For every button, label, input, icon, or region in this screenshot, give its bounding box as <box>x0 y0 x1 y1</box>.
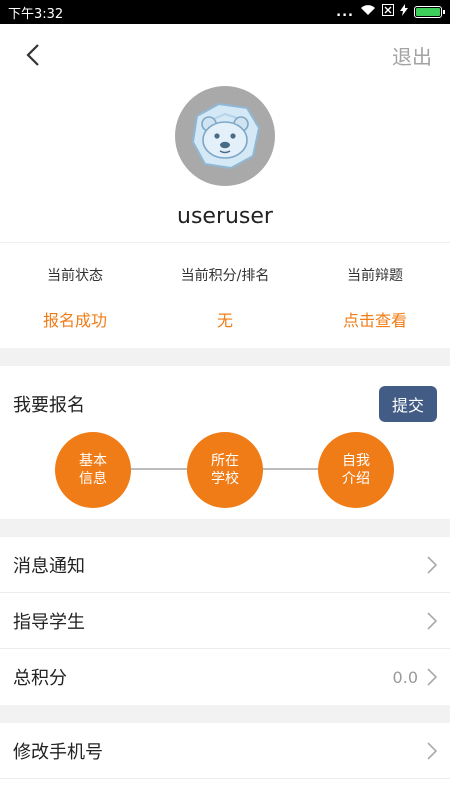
signup-header: 我要报名 提交 <box>13 366 437 436</box>
signup-steps: 基本 信息 所在 学校 自我 介绍 <box>0 432 450 510</box>
step-connector <box>130 468 190 470</box>
wifi-icon <box>360 4 376 20</box>
logout-button[interactable]: 退出 <box>392 41 432 70</box>
menu-label: 修改手机号 <box>13 741 103 763</box>
chevron-left-icon <box>26 44 39 66</box>
chevron-right-icon <box>426 667 438 687</box>
step-self-intro[interactable]: 自我 介绍 <box>318 432 394 508</box>
section-divider <box>0 519 450 537</box>
step-text: 所在 <box>211 453 239 469</box>
step-school[interactable]: 所在 学校 <box>187 432 263 508</box>
status-time: 下午3:32 <box>8 6 64 22</box>
stat-label: 当前状态 <box>47 268 103 284</box>
total-score-value: 0.0 <box>392 667 418 687</box>
profile-section: useruser <box>0 86 450 242</box>
section-divider <box>0 705 450 723</box>
stats-row: 当前状态 报名成功 当前积分/排名 无 当前辩题 点击查看 <box>0 242 450 348</box>
menu-label: 指导学生 <box>13 611 85 633</box>
avatar[interactable] <box>175 86 275 186</box>
menu-item-guide-students[interactable]: 指导学生 <box>0 593 450 649</box>
chevron-right-icon <box>426 611 438 631</box>
step-text: 介绍 <box>342 471 370 487</box>
section-divider <box>0 348 450 366</box>
charging-icon <box>400 4 408 20</box>
battery-level <box>416 8 440 16</box>
stat-label: 当前辩题 <box>347 268 403 284</box>
back-button[interactable] <box>18 40 48 70</box>
step-text: 自我 <box>342 453 370 469</box>
menu-item-change-phone[interactable]: 修改手机号 <box>0 723 450 779</box>
signup-section: 我要报名 提交 基本 信息 所在 学校 自我 介绍 <box>0 366 450 519</box>
stat-label: 当前积分/排名 <box>180 268 270 284</box>
menu-group-1: 消息通知 指导学生 总积分 0.0 <box>0 537 450 705</box>
stat-score-rank: 当前积分/排名 无 <box>150 243 300 348</box>
polar-bear-avatar-icon <box>191 102 261 170</box>
menu-right: 0.0 <box>393 667 438 687</box>
signup-title: 我要报名 <box>13 395 85 416</box>
step-text: 基本 <box>79 453 107 469</box>
step-connector <box>262 468 322 470</box>
menu-item-notifications[interactable]: 消息通知 <box>0 537 450 593</box>
top-bar: 退出 <box>0 24 450 86</box>
status-icons: ... <box>336 4 445 20</box>
menu-right <box>426 611 438 631</box>
menu-right <box>426 555 438 575</box>
more-dots: ... <box>336 4 354 20</box>
menu-right <box>426 741 438 761</box>
stat-value-topic[interactable]: 点击查看 <box>343 307 407 331</box>
stat-value-score[interactable]: 无 <box>217 307 233 331</box>
username: useruser <box>177 204 273 229</box>
sim-x-icon <box>382 4 394 20</box>
stat-value-status[interactable]: 报名成功 <box>43 307 107 331</box>
battery-icon <box>414 6 445 18</box>
step-basic-info[interactable]: 基本 信息 <box>55 432 131 508</box>
status-bar: 下午3:32 ... <box>0 0 450 24</box>
menu-group-2: 修改手机号 <box>0 723 450 779</box>
menu-label: 消息通知 <box>13 555 85 577</box>
menu-item-total-score[interactable]: 总积分 0.0 <box>0 649 450 705</box>
step-text: 信息 <box>79 471 107 487</box>
chevron-right-icon <box>426 555 438 575</box>
chevron-right-icon <box>426 741 438 761</box>
stat-topic: 当前辩题 点击查看 <box>300 243 450 348</box>
stat-status: 当前状态 报名成功 <box>0 243 150 348</box>
step-text: 学校 <box>211 471 239 487</box>
submit-button[interactable]: 提交 <box>378 386 437 422</box>
menu-label: 总积分 <box>13 668 67 689</box>
